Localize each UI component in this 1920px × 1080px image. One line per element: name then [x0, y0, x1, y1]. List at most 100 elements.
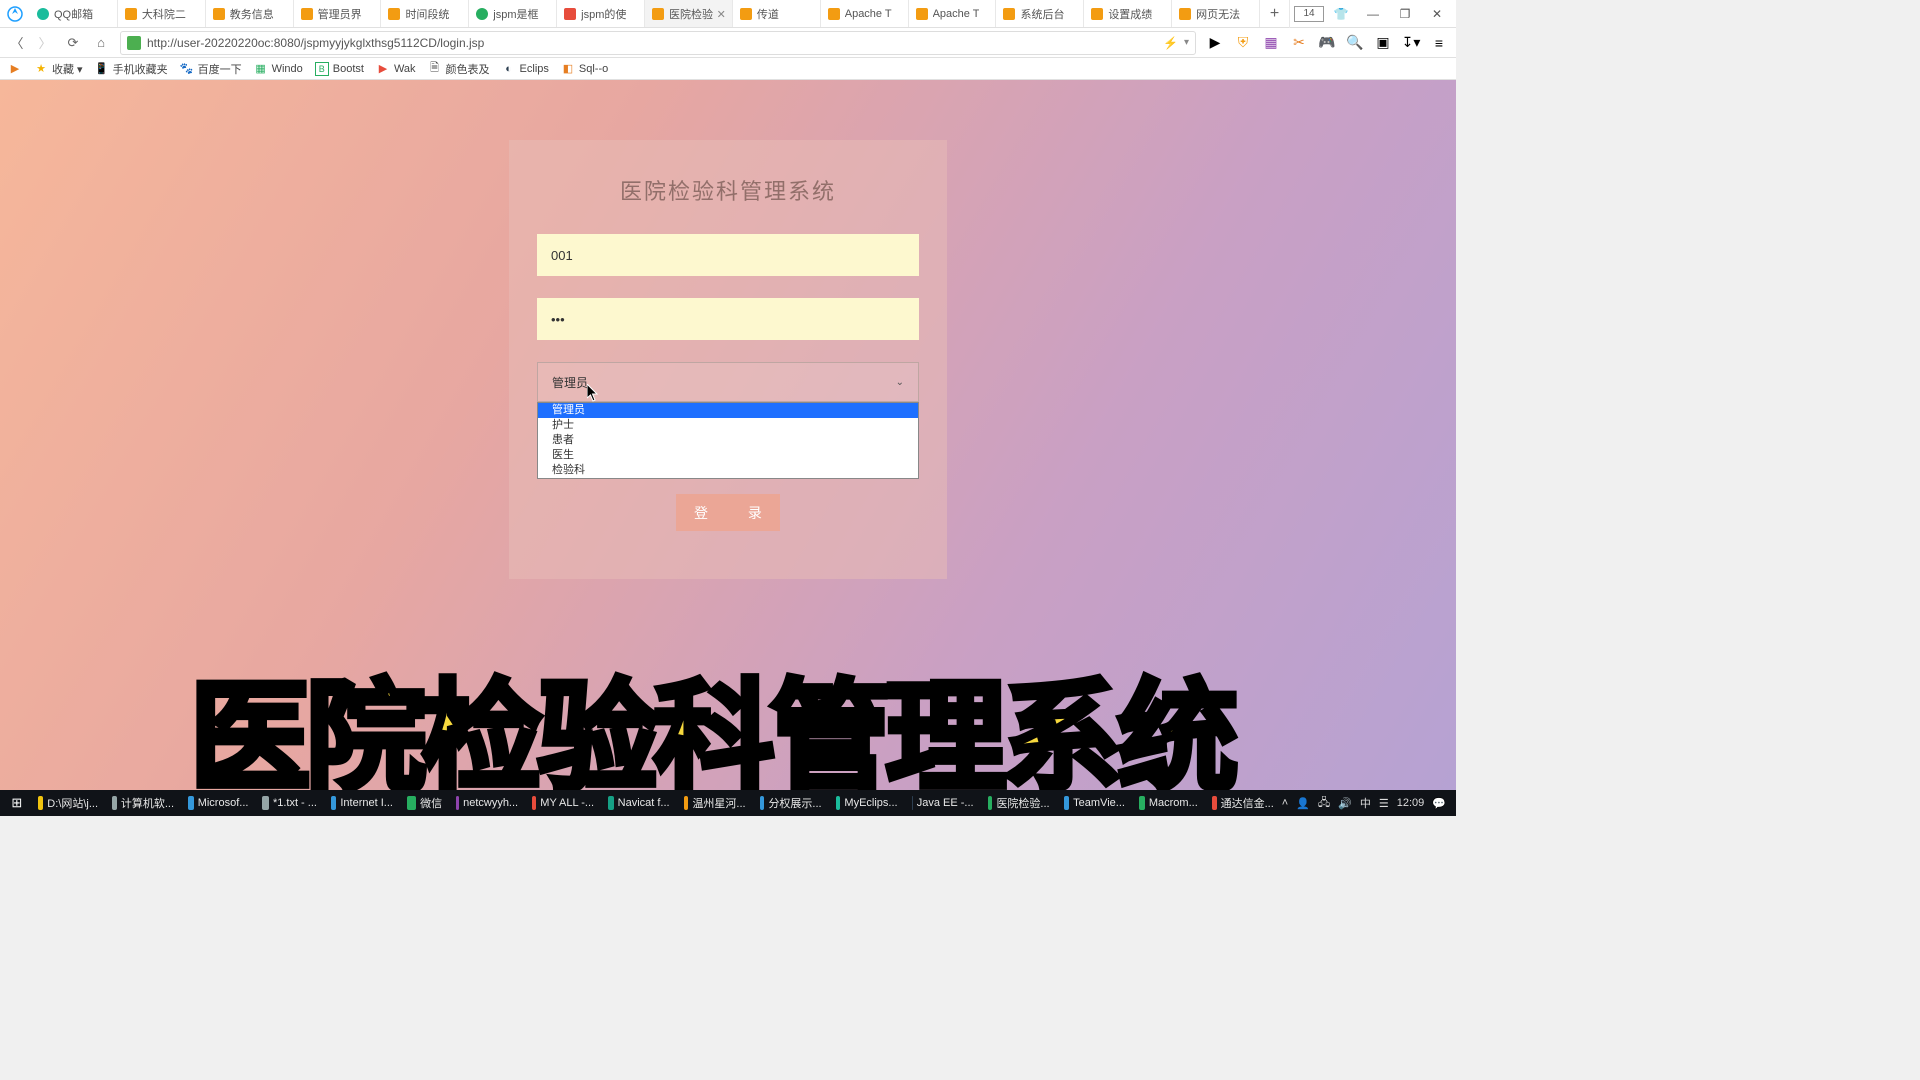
ext-game-icon[interactable]: 🎮 [1318, 34, 1336, 52]
bookmark-item[interactable]: 🗎颜色表及 [428, 61, 490, 77]
browser-tab[interactable]: Apache T [909, 0, 997, 27]
taskbar-item[interactable]: MyEclips... [830, 792, 904, 814]
tray-people-icon[interactable]: 👤 [1296, 797, 1310, 810]
bookmark-item[interactable]: ▶Wak [376, 62, 416, 76]
taskbar-item[interactable]: MY ALL -... [526, 792, 600, 814]
main-menu-icon[interactable]: ≡ [1430, 34, 1448, 52]
taskbar-item[interactable]: Microsof... [182, 792, 254, 814]
bookmark-play-icon[interactable]: ▶ [8, 62, 22, 76]
browser-tab[interactable]: 传道 [733, 0, 821, 27]
browser-tab[interactable]: 管理员界 [294, 0, 382, 27]
username-input[interactable] [537, 234, 919, 276]
tab-favicon [915, 7, 929, 21]
tab-label: jspm是框 [493, 6, 538, 22]
tab-label: Apache T [933, 8, 980, 20]
login-button[interactable]: 登 录 [676, 494, 780, 531]
taskbar-item[interactable]: Java EE -... [906, 792, 980, 814]
tray-ime-indicator[interactable]: 中 [1360, 795, 1371, 811]
download-icon[interactable]: ↧▾ [1402, 34, 1420, 52]
taskbar-item[interactable]: netcwyyh... [450, 792, 524, 814]
tab-favicon [475, 7, 489, 21]
taskbar-item[interactable]: 医院检验... [982, 792, 1056, 814]
taskbar-item[interactable]: TeamVie... [1058, 792, 1131, 814]
bookmark-item[interactable]: ◐Eclips [502, 62, 549, 76]
password-input[interactable] [537, 298, 919, 340]
taskbar-item[interactable]: *1.txt - ... [256, 792, 323, 814]
nav-home[interactable]: ⌂ [92, 34, 110, 52]
role-option[interactable]: 管理员 [538, 403, 918, 418]
taskbar-item[interactable]: 分权展示... [754, 792, 828, 814]
tray-chevron-up-icon[interactable]: ˄ [1282, 797, 1288, 809]
window-close[interactable]: ✕ [1422, 0, 1452, 28]
taskbar-item-icon [532, 796, 536, 810]
ext-grid-icon[interactable]: ▦ [1262, 34, 1280, 52]
taskbar-item-label: TeamVie... [1073, 797, 1125, 809]
start-button[interactable]: ⊞ [4, 790, 30, 816]
role-option[interactable]: 护士 [538, 418, 918, 433]
taskbar-item-icon [456, 796, 459, 810]
window-minimize[interactable]: ― [1358, 0, 1388, 28]
browser-tab[interactable]: 医院检验科✕ [645, 0, 733, 27]
url-box[interactable]: ⚡ ▾ [120, 31, 1196, 55]
bookmark-item[interactable]: 🐾百度一下 [180, 61, 242, 77]
ext-scissors-icon[interactable]: ✂ [1290, 34, 1308, 52]
ext-shield-icon[interactable]: ⛨ [1234, 34, 1252, 52]
browser-tab[interactable]: Apache T [821, 0, 909, 27]
ext-apps-icon[interactable]: ▣ [1374, 34, 1392, 52]
nav-back[interactable]: 〈 [8, 34, 26, 52]
tab-close-icon[interactable]: ✕ [717, 8, 726, 21]
url-dropdown-icon[interactable]: ▾ [1184, 37, 1189, 48]
bookmark-label: Wak [394, 63, 416, 75]
taskbar-item[interactable]: Internet I... [325, 792, 399, 814]
taskbar-item[interactable]: 微信 [401, 792, 448, 814]
role-select-box[interactable]: 管理员 ⌄ [537, 362, 919, 402]
new-tab-button[interactable]: + [1260, 0, 1290, 28]
browser-tab[interactable]: 网页无法 [1172, 0, 1260, 27]
url-input[interactable] [147, 36, 1157, 50]
tray-extra-icon[interactable]: ☰ [1379, 797, 1389, 810]
browser-tab[interactable]: jspm是框 [469, 0, 557, 27]
browser-tab[interactable]: 大科院二 [118, 0, 206, 27]
role-option[interactable]: 医生 [538, 448, 918, 463]
browser-tab[interactable]: 教务信息 [206, 0, 294, 27]
taskbar-item-icon [1212, 796, 1217, 810]
taskbar-item-label: Internet I... [340, 797, 393, 809]
taskbar-item[interactable]: 通达信金... [1206, 792, 1280, 814]
taskbar-item-icon [188, 796, 194, 810]
taskbar-item[interactable]: D:\网站\j... [32, 792, 104, 814]
bookmark-item[interactable]: ★收藏 ▾ [34, 61, 83, 77]
bookmark-item[interactable]: BBootst [315, 62, 364, 76]
flash-icon[interactable]: ⚡ [1163, 36, 1178, 50]
bookmark-item[interactable]: 📱手机收藏夹 [95, 61, 168, 77]
tab-favicon [1002, 7, 1016, 21]
tab-count-badge[interactable]: 14 [1294, 6, 1324, 22]
tray-network-icon[interactable]: 🖧 [1318, 794, 1330, 813]
taskbar-item[interactable]: 计算机软... [106, 792, 180, 814]
browser-app-icon[interactable] [0, 0, 30, 27]
site-security-icon[interactable] [127, 36, 141, 50]
bookmark-item[interactable]: ▦Windo [254, 62, 303, 76]
bookmark-item[interactable]: ◧Sql--o [561, 62, 608, 76]
role-select[interactable]: 管理员 ⌄ 管理员护士患者医生检验科 [537, 362, 919, 402]
taskbar-item-icon [836, 796, 841, 810]
browser-tab[interactable]: 设置成绩 [1084, 0, 1172, 27]
role-option[interactable]: 患者 [538, 433, 918, 448]
browser-tab[interactable]: jspm的使 [557, 0, 645, 27]
tray-notifications-icon[interactable]: 💬 [1432, 797, 1446, 810]
tray-volume-icon[interactable]: 🔊 [1338, 797, 1352, 810]
nav-reload[interactable]: ⟳ [64, 34, 82, 52]
skin-icon[interactable]: 👕 [1326, 0, 1356, 28]
tray-clock[interactable]: 12:09 [1397, 797, 1425, 809]
role-option[interactable]: 检验科 [538, 463, 918, 478]
browser-tab[interactable]: QQ邮箱 [30, 0, 118, 27]
ext-search-icon[interactable]: 🔍 [1346, 34, 1364, 52]
taskbar-item[interactable]: 温州星河... [678, 792, 752, 814]
browser-tab[interactable]: 时间段统 [381, 0, 469, 27]
tab-label: 传道 [757, 6, 779, 22]
browser-tab[interactable]: 系统后台 [996, 0, 1084, 27]
window-restore[interactable]: ❐ [1390, 0, 1420, 28]
taskbar-item[interactable]: Macrom... [1133, 792, 1204, 814]
ext-video-icon[interactable]: ▶ [1206, 34, 1224, 52]
taskbar-item[interactable]: Navicat f... [602, 792, 676, 814]
tab-favicon [1090, 7, 1104, 21]
